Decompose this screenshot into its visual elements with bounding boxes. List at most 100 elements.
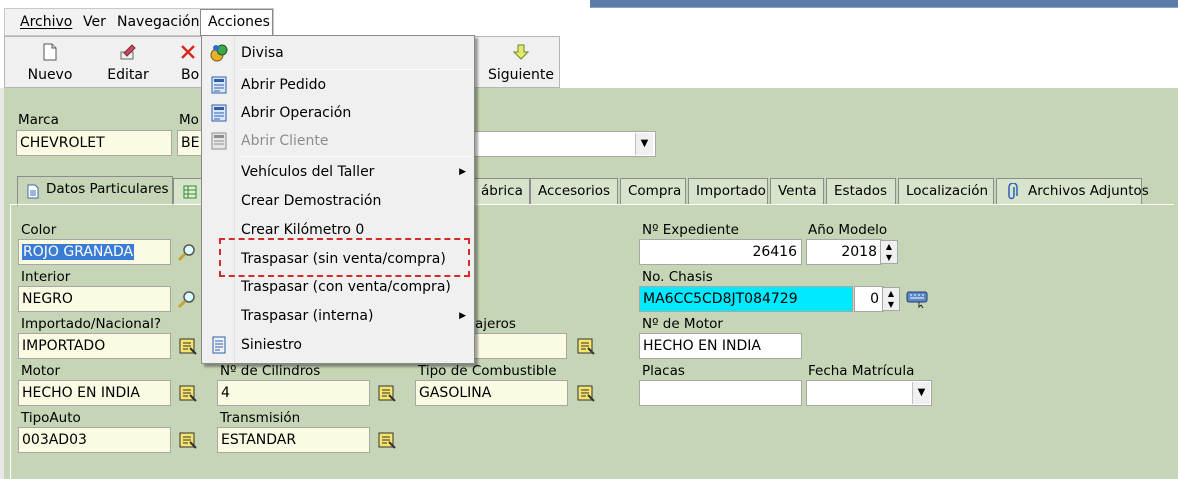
- marca-label: Marca: [18, 112, 59, 128]
- menu-item-abrir-cliente-label: Abrir Cliente: [241, 133, 329, 149]
- document-icon: [27, 184, 39, 199]
- chasis-spinner[interactable]: ▲ ▼: [882, 287, 900, 311]
- menu-item-abrir-operacion-label: Abrir Operación: [241, 105, 352, 121]
- menu-item-traspasar-interna-label: Traspasar (interna): [241, 308, 374, 324]
- transmision-label: Transmisión: [220, 410, 301, 426]
- interior-label: Interior: [21, 269, 71, 285]
- tab-compra[interactable]: Compra: [620, 178, 686, 204]
- menu-item-vehiculos-taller[interactable]: Vehículos del Taller ▶: [202, 158, 474, 186]
- tab-datos-particulares[interactable]: Datos Particulares: [17, 176, 173, 206]
- menu-item-crear-demostracion-label: Crear Demostración: [241, 193, 382, 209]
- menu-item-siniestro[interactable]: Siniestro: [202, 331, 474, 359]
- highlight-annotation: [219, 238, 470, 277]
- menu-item-abrir-pedido[interactable]: Abrir Pedido: [202, 71, 474, 99]
- nuevo-label: Nuevo: [27, 67, 73, 83]
- nmotor-field[interactable]: HECHO EN INDIA: [639, 333, 802, 359]
- chasis-field[interactable]: MA6CC5CD8JT084729: [639, 286, 853, 312]
- menu-item-abrir-operacion[interactable]: Abrir Operación: [202, 99, 474, 127]
- pasajeros-field[interactable]: [474, 333, 567, 359]
- combustible-label: Tipo de Combustible: [418, 363, 557, 379]
- expediente-field[interactable]: 26416: [639, 239, 802, 265]
- color-label: Color: [21, 222, 57, 238]
- menu-item-traspasar-interna[interactable]: Traspasar (interna) ▶: [202, 302, 474, 330]
- placas-field[interactable]: [639, 380, 802, 406]
- cilindros-field[interactable]: 4: [217, 380, 370, 406]
- combustible-field[interactable]: GASOLINA: [415, 380, 568, 406]
- lookup-icon[interactable]: [178, 430, 198, 450]
- pasajeros-label: ajeros: [475, 316, 516, 332]
- tab-archivos-adjuntos-label: Archivos Adjuntos: [1028, 183, 1149, 199]
- submenu-arrow-icon: ▶: [459, 167, 466, 177]
- transmision-field[interactable]: ESTANDAR: [217, 427, 370, 453]
- lookup-icon[interactable]: [178, 383, 198, 403]
- form-icon: [211, 132, 227, 150]
- search-icon[interactable]: [177, 289, 197, 309]
- lookup-icon[interactable]: [377, 430, 397, 450]
- chevron-down-icon[interactable]: ▼: [912, 382, 930, 404]
- menu-item-siniestro-label: Siniestro: [241, 337, 302, 353]
- chasis-number-field[interactable]: 0: [854, 286, 884, 312]
- borrar-button[interactable]: Bo: [173, 37, 203, 87]
- lookup-icon[interactable]: [178, 336, 198, 356]
- tab-venta[interactable]: Venta: [770, 178, 824, 204]
- menu-item-abrir-pedido-label: Abrir Pedido: [241, 77, 327, 93]
- keyboard-icon[interactable]: [906, 289, 928, 309]
- lookup-icon[interactable]: [377, 383, 397, 403]
- cilindros-label: Nº de Cilindros: [220, 363, 321, 379]
- paperclip-icon: [1008, 183, 1018, 200]
- nuevo-button[interactable]: Nuevo: [15, 37, 85, 87]
- anio-modelo-field[interactable]: 2018: [806, 239, 882, 265]
- arrow-down-icon: [512, 44, 530, 60]
- modelo-label: Mo: [179, 112, 199, 128]
- lookup-icon[interactable]: [576, 336, 596, 356]
- menu-item-crear-demostracion[interactable]: Crear Demostración: [202, 187, 474, 215]
- importado-field[interactable]: IMPORTADO: [18, 333, 171, 359]
- siguiente-label: Siguiente: [487, 67, 554, 83]
- editar-button[interactable]: Editar: [93, 37, 163, 87]
- tab-accesorios[interactable]: Accesorios: [530, 178, 618, 204]
- expediente-label: Nº Expediente: [642, 222, 739, 238]
- tab-archivos-adjuntos[interactable]: Archivos Adjuntos: [996, 178, 1149, 204]
- window-top-strip: [590, 0, 1178, 7]
- lookup-icon[interactable]: [576, 383, 596, 403]
- menu-item-abrir-cliente[interactable]: Abrir Cliente: [202, 127, 474, 155]
- siguiente-button[interactable]: Siguiente: [483, 37, 559, 87]
- menu-archivo[interactable]: Archivo: [20, 14, 72, 30]
- report-icon: [212, 336, 226, 354]
- menu-item-traspasar-con[interactable]: Traspasar (con venta/compra): [202, 273, 474, 301]
- menu-item-divisa[interactable]: Divisa: [202, 39, 474, 67]
- menu-acciones[interactable]: Acciones: [200, 9, 273, 36]
- marca-field[interactable]: CHEVROLET: [16, 130, 172, 156]
- borrar-label: Bo: [181, 67, 200, 83]
- grid-icon: [183, 185, 197, 199]
- tab-localizacion[interactable]: Localización: [898, 178, 994, 204]
- menu-item-traspasar-con-label: Traspasar (con venta/compra): [241, 279, 451, 295]
- tab-estados[interactable]: Estados: [826, 178, 896, 204]
- modelo-version-combo[interactable]: ▼: [474, 131, 656, 157]
- menu-ver[interactable]: Ver: [83, 14, 106, 30]
- tab-importado[interactable]: Importado: [688, 178, 768, 204]
- window-top-strip-line: [590, 7, 1178, 8]
- new-document-icon: [43, 43, 57, 61]
- delete-icon: [181, 45, 195, 59]
- menu-item-vehiculos-taller-label: Vehículos del Taller: [241, 164, 375, 180]
- editar-label: Editar: [107, 67, 149, 83]
- chevron-down-icon[interactable]: ▼: [635, 133, 653, 155]
- fecha-matricula-label: Fecha Matrícula: [808, 363, 915, 379]
- motor-field[interactable]: HECHO EN INDIA: [18, 380, 171, 406]
- anio-modelo-spinner[interactable]: ▲ ▼: [880, 240, 898, 264]
- search-icon[interactable]: [177, 242, 197, 262]
- tab-fabrica[interactable]: ábrica: [474, 178, 530, 204]
- menu-separator: [240, 156, 472, 157]
- interior-field[interactable]: NEGRO: [18, 286, 171, 312]
- chasis-label: No. Chasis: [642, 269, 713, 285]
- menu-item-divisa-label: Divisa: [241, 45, 284, 61]
- menu-navegacion[interactable]: Navegación: [117, 14, 199, 30]
- currency-icon: [210, 44, 228, 62]
- form-icon: [211, 104, 227, 122]
- tab-hidden-1[interactable]: [173, 178, 203, 204]
- placas-label: Placas: [642, 363, 685, 379]
- color-field[interactable]: ROJO GRANADA: [18, 239, 171, 265]
- fecha-matricula-field[interactable]: ▼: [806, 380, 932, 406]
- tipoauto-field[interactable]: 003AD03: [18, 427, 171, 453]
